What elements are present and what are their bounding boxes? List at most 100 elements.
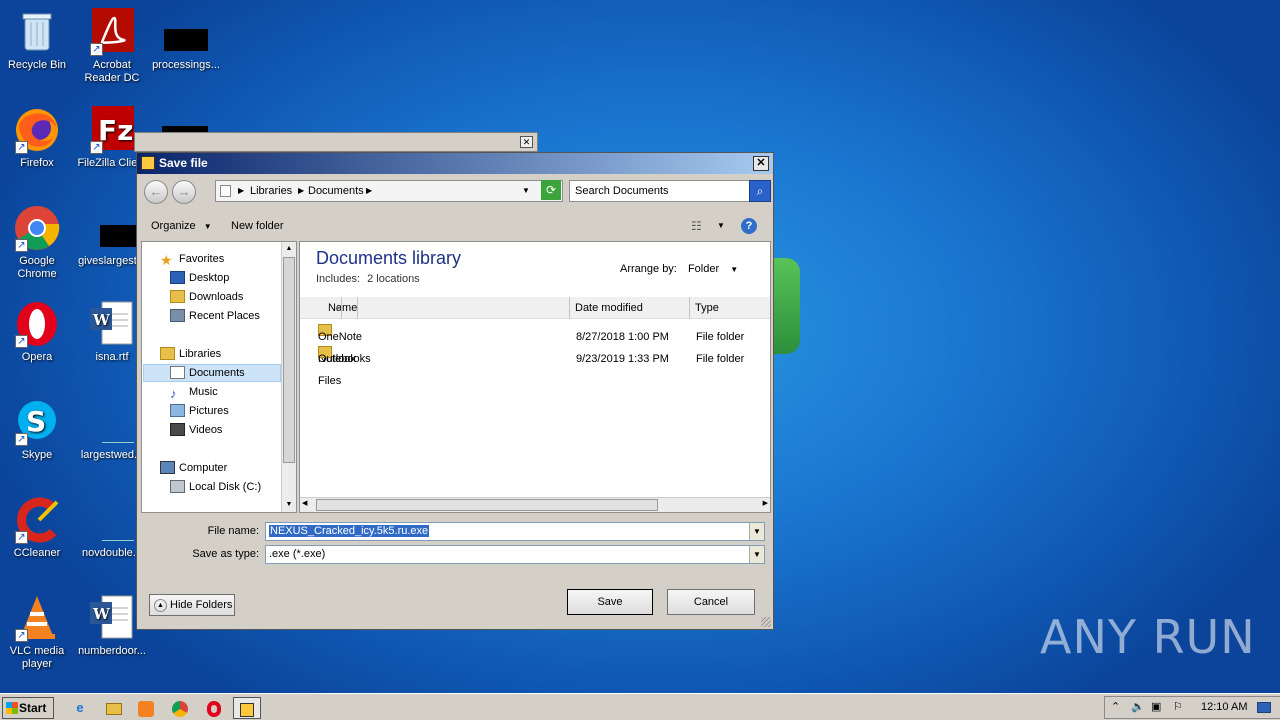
address-bar[interactable]: ▶ Libraries ▶ Documents ▶ ▼	[215, 180, 563, 202]
search-icon[interactable]: ⌕	[749, 180, 771, 202]
desktop-icon-firefox[interactable]: ↗ Firefox	[0, 106, 74, 170]
nav-videos[interactable]: Videos	[170, 421, 222, 439]
hide-folders-button[interactable]: ▲ Hide Folders	[149, 594, 235, 616]
hide-folders-label: Hide Folders	[170, 599, 233, 611]
desktop-icon-ccleaner[interactable]: ↗ CCleaner	[0, 496, 74, 560]
nav-desktop[interactable]: Desktop	[170, 269, 229, 287]
chevron-right-icon[interactable]: ▶	[238, 181, 244, 201]
network-icon[interactable]: ▣	[1151, 697, 1161, 718]
scroll-right-arrow[interactable]: ▶	[763, 499, 768, 507]
file-name-field[interactable]: NEXUS_Cracked_icy.5k5.ru.exe ▼	[265, 522, 765, 541]
close-button[interactable]: ✕	[753, 156, 769, 171]
nav-downloads[interactable]: Downloads	[170, 288, 243, 306]
filezilla-icon: Fz ↗	[88, 106, 136, 154]
computer-icon	[160, 460, 175, 474]
desktop-icon-label: VLC media player	[9, 645, 65, 670]
scroll-up-arrow[interactable]: ▲	[282, 242, 296, 256]
file-name: Outlook Files	[318, 353, 356, 387]
refresh-button[interactable]: ⟳	[541, 180, 561, 200]
file-row[interactable]: OneNote Notebooks 8/27/2018 1:00 PM File…	[300, 324, 770, 365]
show-hidden-icons-icon[interactable]: ⌃	[1111, 697, 1120, 718]
breadcrumb-documents[interactable]: Documents	[308, 181, 364, 201]
save-as-type-select[interactable]: .exe (*.exe) ▼	[265, 545, 765, 564]
vertical-scrollbar[interactable]: ▲ ▼	[281, 242, 296, 512]
organize-button[interactable]: Organize ▼	[151, 213, 212, 240]
resize-grip[interactable]	[761, 617, 771, 627]
desktop-icon-vlc[interactable]: ↗ VLC media player	[0, 594, 74, 671]
column-date-modified[interactable]: Date modified	[570, 297, 690, 319]
save-dialog-taskbar-button[interactable]	[233, 697, 261, 719]
internet-explorer-icon[interactable]: e	[66, 697, 94, 719]
nav-documents[interactable]: Documents	[170, 364, 245, 382]
desktop-icon-skype[interactable]: S ↗ Skype	[0, 398, 74, 462]
file-date: 9/23/2019 1:33 PM	[576, 353, 669, 365]
desktop-icon-label: Acrobat Reader DC	[84, 59, 140, 84]
windows-logo-icon	[6, 702, 18, 714]
downloads-icon	[170, 289, 185, 303]
breadcrumb-libraries[interactable]: Libraries	[250, 181, 292, 201]
libraries-icon	[160, 346, 175, 360]
close-icon[interactable]: ✕	[520, 136, 533, 148]
scroll-left-arrow[interactable]: ◀	[302, 499, 307, 507]
shortcut-arrow-icon: ↗	[90, 141, 103, 154]
dialog-title: Save file	[159, 156, 208, 170]
chevron-down-icon[interactable]: ▼	[730, 265, 738, 274]
nav-libraries[interactable]: Libraries	[160, 345, 221, 363]
nav-favorites[interactable]: ★ Favorites	[160, 250, 224, 268]
save-file-dialog: Save file ✕ ← → ▶ Libraries ▶ Documents …	[136, 152, 774, 630]
locations-link[interactable]: 2 locations	[367, 273, 420, 285]
arrange-dropdown[interactable]: Folder	[688, 263, 719, 275]
desktop-icon-chrome[interactable]: ↗ Google Chrome	[0, 204, 74, 281]
chevron-down-icon[interactable]: ▼	[717, 213, 725, 239]
start-button[interactable]: Start	[2, 697, 54, 719]
dialog-titlebar[interactable]: Save file ✕	[137, 153, 773, 174]
new-folder-button[interactable]: New folder	[231, 213, 284, 239]
help-icon[interactable]: ?	[741, 218, 757, 234]
action-center-flag-icon[interactable]: ⚐	[1173, 697, 1183, 718]
nav-local-disk[interactable]: Local Disk (C:)	[170, 478, 261, 496]
desktop-icon-opera[interactable]: ↗ Opera	[0, 300, 74, 364]
star-icon: ★	[160, 251, 173, 268]
desktop-icon-processings[interactable]: processings...	[149, 8, 223, 72]
file-explorer-icon[interactable]	[100, 697, 128, 719]
nav-computer[interactable]: Computer	[160, 459, 227, 477]
show-desktop-icon[interactable]	[1257, 702, 1271, 713]
column-type[interactable]: Type	[690, 297, 770, 319]
shortcut-arrow-icon: ↗	[15, 433, 28, 446]
file-name-label: File name:	[207, 525, 259, 537]
back-button[interactable]: ←	[144, 180, 168, 204]
command-bar: Organize ▼ New folder ☷ ▼ ?	[141, 213, 771, 239]
scroll-thumb[interactable]	[283, 257, 295, 463]
scroll-thumb[interactable]	[316, 499, 658, 511]
desktop-icon-label: Firefox	[20, 157, 54, 169]
nav-pictures[interactable]: Pictures	[170, 402, 229, 420]
horizontal-scrollbar[interactable]: ◀ ▶	[300, 497, 770, 512]
column-name[interactable]: Name ▲	[300, 297, 570, 319]
volume-icon[interactable]: 🔈	[1131, 697, 1145, 718]
cancel-button[interactable]: Cancel	[667, 589, 755, 615]
search-input[interactable]: Search Documents ⌕	[569, 180, 771, 202]
desktop-icon-recycle-bin[interactable]: Recycle Bin	[0, 8, 74, 72]
file-row[interactable]: Outlook Files 9/23/2019 1:33 PM File fol…	[300, 346, 770, 387]
nav-label: Recent Places	[189, 310, 260, 322]
media-player-icon[interactable]	[132, 697, 160, 719]
save-button[interactable]: Save	[567, 589, 653, 615]
view-options-icon[interactable]: ☷	[691, 213, 702, 239]
acrobat-icon: ↗	[88, 8, 136, 56]
desktop-icon-acrobat[interactable]: ↗ Acrobat Reader DC	[75, 8, 149, 85]
chevron-right-icon[interactable]: ▶	[298, 181, 304, 201]
recent-places-icon	[170, 308, 185, 322]
hard-drive-icon	[170, 479, 185, 493]
opera-taskbar-icon[interactable]	[200, 697, 228, 719]
svg-text:Fz: Fz	[98, 114, 133, 147]
address-dropdown-icon[interactable]: ▼	[522, 181, 530, 201]
nav-music[interactable]: ♪ Music	[170, 383, 218, 401]
chevron-down-icon[interactable]: ▼	[749, 546, 764, 563]
chevron-down-icon[interactable]: ▼	[749, 523, 764, 540]
chevron-right-icon[interactable]: ▶	[366, 181, 372, 201]
forward-button[interactable]: →	[172, 180, 196, 204]
chrome-taskbar-icon[interactable]	[166, 697, 194, 719]
scroll-down-arrow[interactable]: ▼	[282, 498, 296, 512]
nav-recent-places[interactable]: Recent Places	[170, 307, 260, 325]
clock[interactable]: 12:10 AM	[1201, 697, 1247, 718]
